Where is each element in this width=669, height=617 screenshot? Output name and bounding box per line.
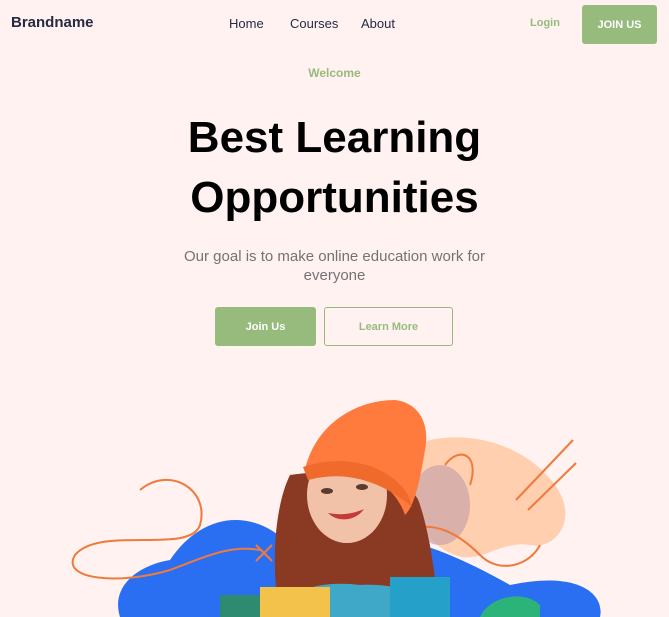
nav-courses[interactable]: Courses [290, 16, 338, 31]
hero-subtitle: Our goal is to make online education wor… [184, 248, 485, 284]
join-us-button[interactable]: Join Us [215, 307, 316, 346]
learn-more-button[interactable]: Learn More [324, 307, 453, 346]
hero-title-line1: Best Learning [187, 113, 482, 162]
main-nav: Home Courses About [0, 16, 669, 34]
nav-about[interactable]: About [361, 16, 395, 31]
welcome-eyebrow: Welcome [308, 66, 361, 80]
hero-title: Best Learning Opportunities [0, 108, 669, 228]
join-us-header-button[interactable]: JOIN US [582, 5, 657, 44]
nav-home[interactable]: Home [229, 16, 264, 31]
hero-illustration [71, 400, 601, 617]
hero-title-line2: Opportunities [190, 173, 479, 222]
login-link[interactable]: Login [530, 17, 560, 29]
